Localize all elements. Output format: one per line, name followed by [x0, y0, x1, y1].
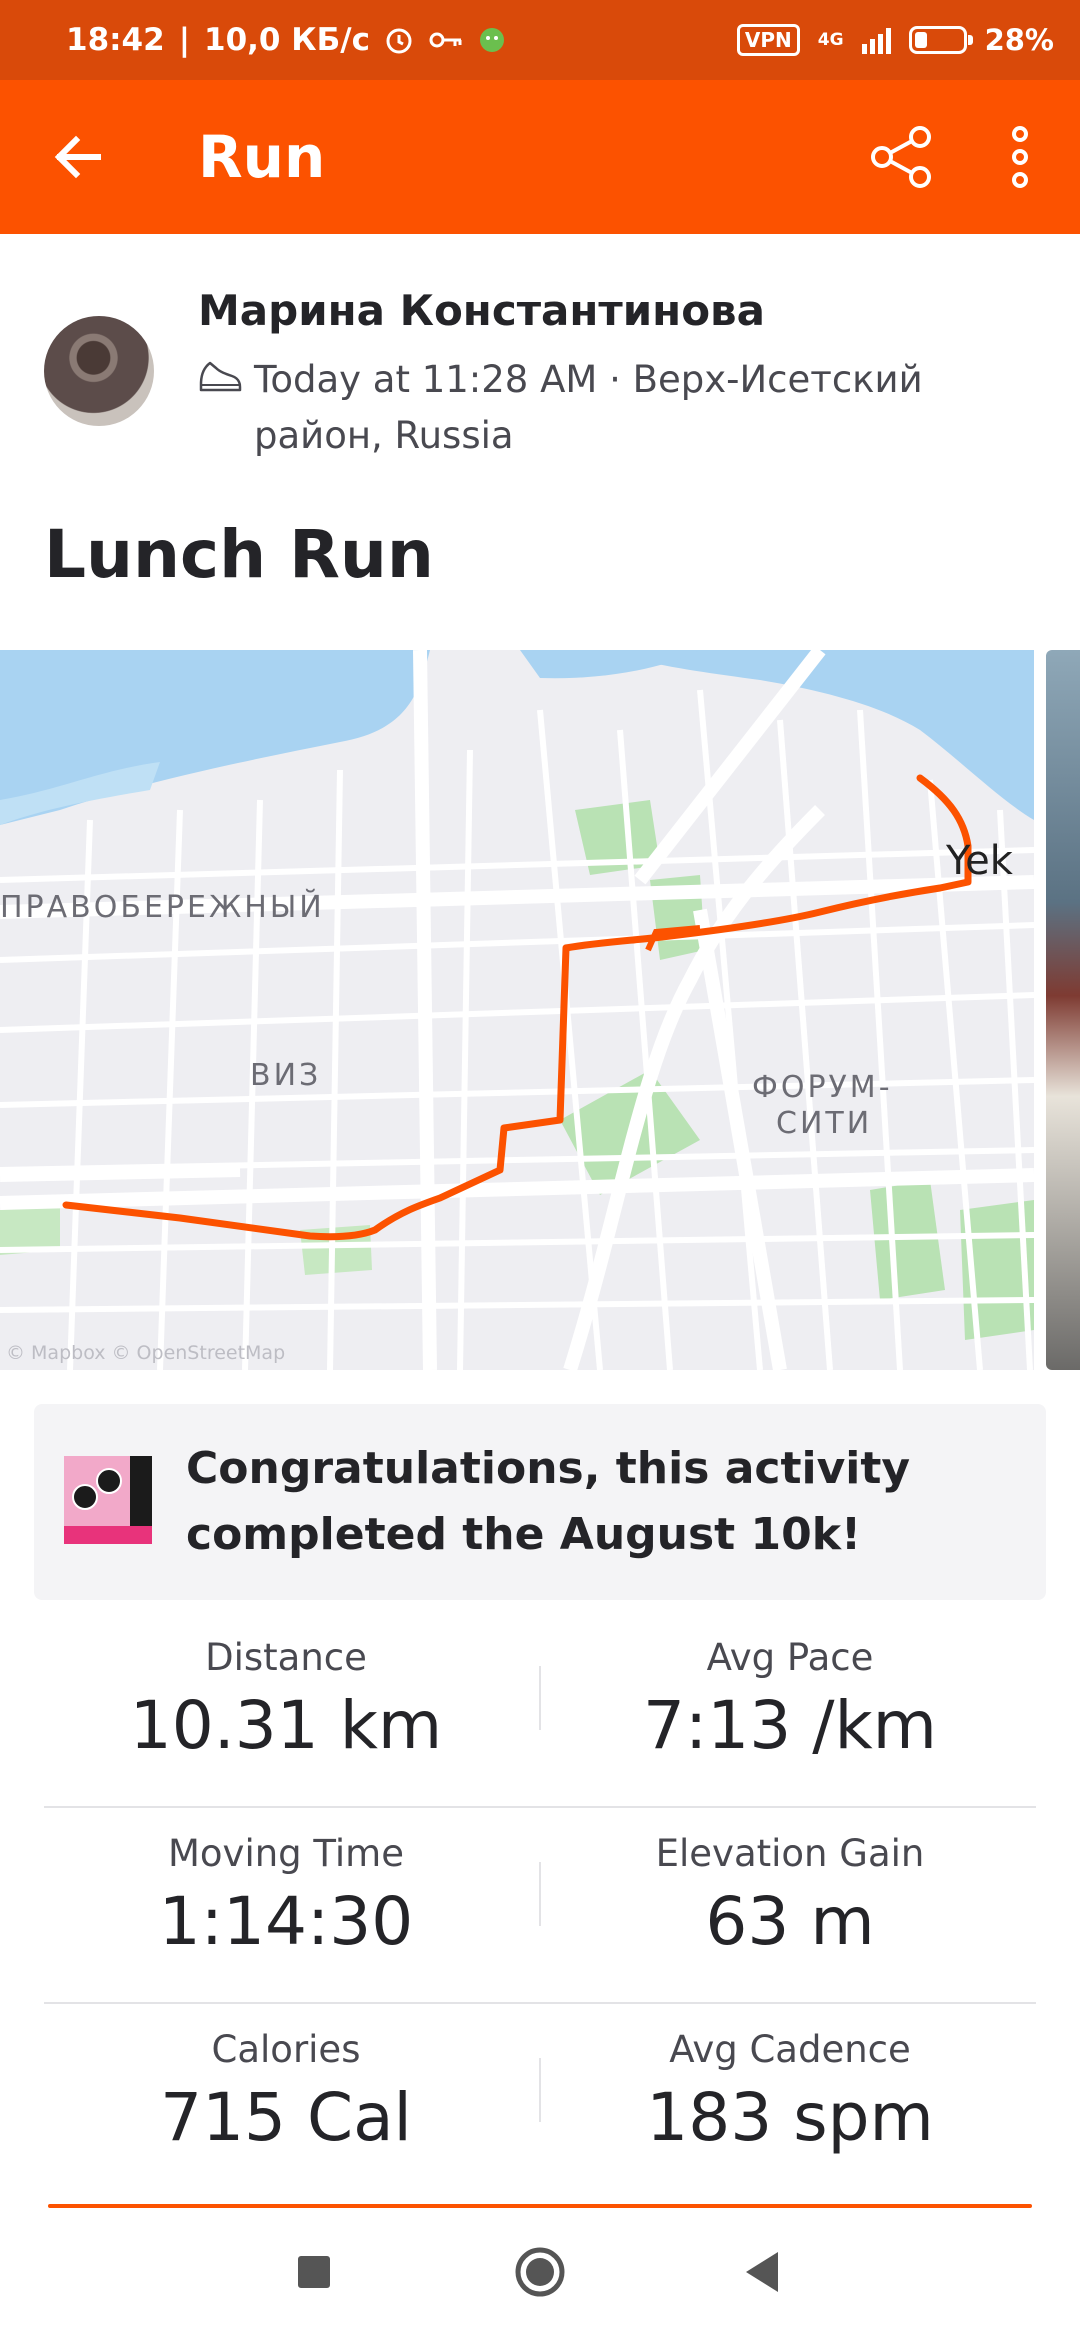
map-label-district3-line2: СИТИ [776, 1106, 873, 1141]
status-speed: 10,0 КБ/с [204, 22, 370, 58]
author-name[interactable]: Марина Константинова [198, 286, 765, 335]
stat-value: 10.31 km [129, 1687, 443, 1764]
vpn-badge: VPN [736, 24, 800, 56]
page-title: Run [198, 123, 326, 191]
share-icon[interactable] [868, 124, 934, 190]
app-bar: Run [0, 80, 1080, 234]
shoe-icon [199, 361, 242, 392]
activity-title: Lunch Run [44, 516, 434, 593]
divider [539, 1666, 541, 1730]
status-right: VPN 4G 28% [736, 0, 1054, 80]
back-triangle-icon[interactable] [744, 2250, 780, 2294]
avatar[interactable] [44, 316, 154, 426]
status-left: 18:42 | 10,0 КБ/с [66, 0, 506, 80]
map-canvas [0, 650, 1034, 1370]
challenge-badge-icon [64, 1456, 152, 1544]
stat-value: 1:14:30 [158, 1883, 414, 1960]
map-label-city: Yek [946, 838, 1013, 884]
stat-distance: Distance 10.31 km [36, 1636, 536, 1764]
map-label-district3-line1: ФОРУМ- [752, 1070, 893, 1105]
app-notification-icon [479, 28, 504, 52]
stat-label: Moving Time [168, 1832, 404, 1875]
photo-thumbnail[interactable] [1046, 650, 1080, 1370]
stat-label: Avg Cadence [669, 2028, 911, 2071]
stat-elevation-gain: Elevation Gain 63 m [540, 1832, 1040, 1960]
status-bar: 18:42 | 10,0 КБ/с VPN 4G 28% [0, 0, 1080, 80]
stat-label: Avg Pace [706, 1636, 874, 1679]
challenge-card[interactable]: Congratulations, this activity completed… [34, 1404, 1046, 1600]
arrow-left-icon[interactable] [48, 127, 108, 187]
battery-icon [908, 26, 973, 54]
stat-value: 7:13 /km [643, 1687, 937, 1764]
stat-value: 715 Cal [160, 2079, 412, 2156]
stat-label: Elevation Gain [655, 1832, 925, 1875]
stat-value: 183 spm [646, 2079, 934, 2156]
home-circle-icon[interactable] [514, 2246, 566, 2298]
route-map[interactable]: ПРАВОБЕРЕЖНЫЙ ВИЗ ФОРУМ- СИТИ Yek © Mapb… [0, 650, 1034, 1370]
map-label-district2: ВИЗ [250, 1058, 322, 1093]
stat-moving-time: Moving Time 1:14:30 [36, 1832, 536, 1960]
stat-label: Distance [205, 1636, 367, 1679]
more-vertical-icon[interactable] [1000, 124, 1040, 190]
challenge-text: Congratulations, this activity completed… [186, 1443, 911, 1560]
map-label-district1: ПРАВОБЕРЕЖНЫЙ [0, 890, 325, 925]
divider [44, 1806, 1036, 1808]
divider [539, 2058, 541, 2122]
signal-icon [861, 26, 891, 54]
recents-square-icon[interactable] [298, 2256, 330, 2288]
system-nav-bar [0, 2212, 1080, 2340]
alarm-icon [386, 28, 412, 54]
stat-avg-pace: Avg Pace 7:13 /km [540, 1636, 1040, 1764]
stat-label: Calories [211, 2028, 361, 2071]
stat-value: 63 m [705, 1883, 875, 1960]
divider [44, 2002, 1036, 2004]
stat-calories: Calories 715 Cal [36, 2028, 536, 2156]
divider [539, 1862, 541, 1926]
activity-meta: Today at 11:28 AM · Верх-Исетский район,… [254, 358, 923, 457]
status-time: 18:42 [66, 22, 165, 58]
network-type: 4G [817, 30, 844, 50]
battery-percent: 28% [984, 23, 1054, 57]
key-icon [429, 32, 462, 48]
map-attribution[interactable]: © Mapbox © OpenStreetMap [6, 1342, 285, 1364]
stat-avg-cadence: Avg Cadence 183 spm [540, 2028, 1040, 2156]
action-button-edge[interactable] [48, 2204, 1032, 2208]
